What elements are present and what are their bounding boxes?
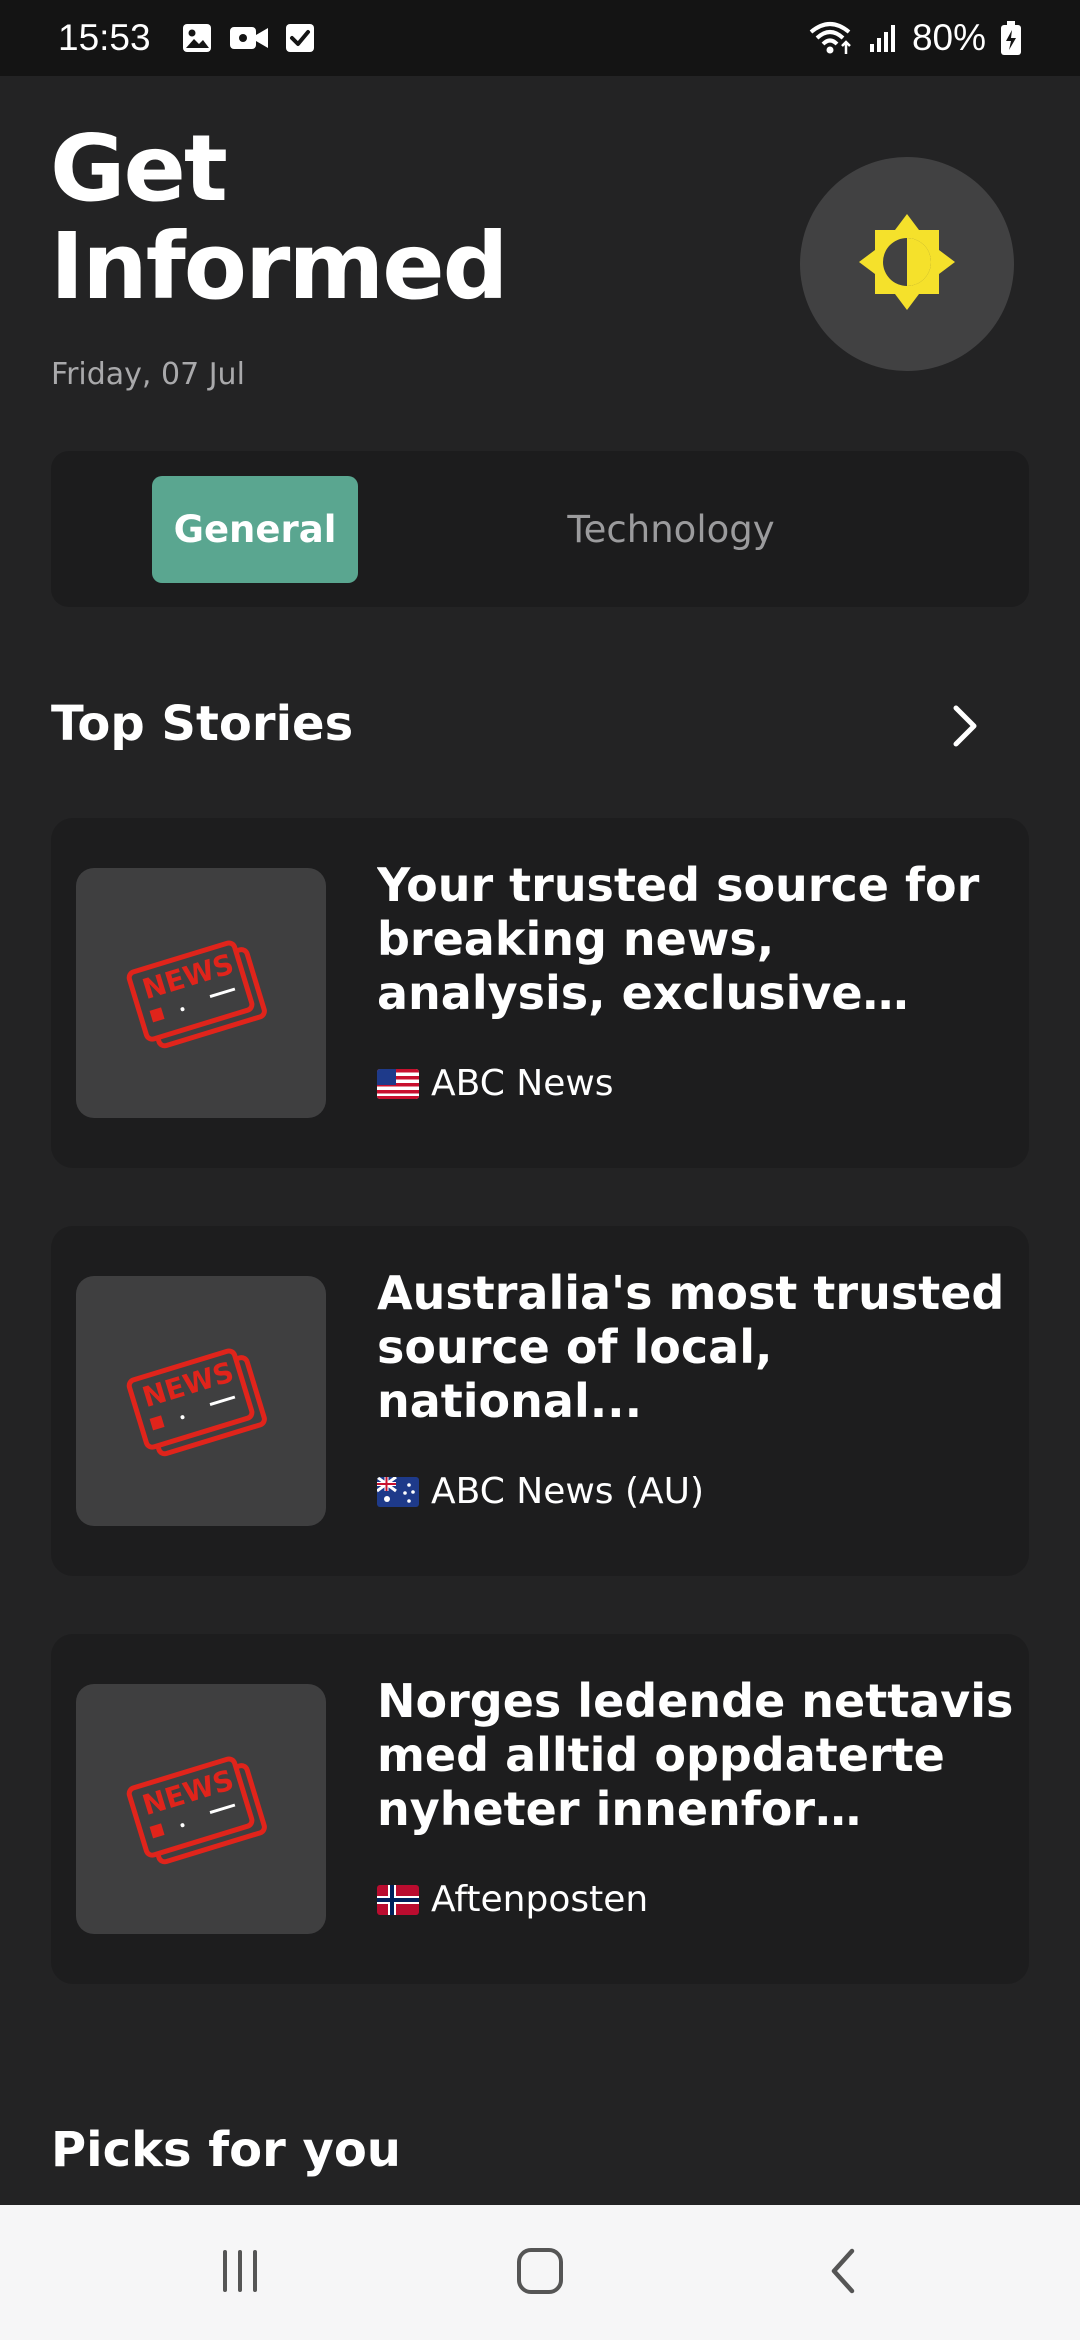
wifi-icon: [808, 20, 854, 56]
theme-toggle-button[interactable]: [800, 157, 1014, 371]
au-flag-icon: [377, 1476, 419, 1507]
brightness-icon: [855, 210, 959, 318]
battery-icon: [1000, 20, 1022, 56]
story-headline: Australia's most trusted source of local…: [377, 1266, 1005, 1428]
story-source: Aftenposten: [377, 1879, 648, 1920]
status-time: 15:53: [58, 17, 151, 58]
signal-icon: [868, 22, 898, 54]
top-stories-more-button[interactable]: [935, 694, 995, 762]
recents-button[interactable]: [180, 2225, 300, 2320]
news-placeholder-icon: NEWS: [116, 1737, 286, 1881]
story-card[interactable]: NEWS Australia's most trusted source of …: [51, 1226, 1029, 1576]
tab-general[interactable]: General: [152, 476, 358, 583]
story-source-name: ABC News: [431, 1063, 614, 1104]
story-source-name: ABC News (AU): [431, 1471, 705, 1512]
status-right: 80%: [808, 17, 1022, 59]
back-button[interactable]: [784, 2225, 904, 2320]
video-icon: [229, 23, 269, 53]
top-stories-title: Top Stories: [51, 696, 354, 752]
story-card[interactable]: NEWS Norges ledende nettavis med alltid …: [51, 1634, 1029, 1984]
no-flag-icon: [377, 1884, 419, 1915]
us-flag-icon: [377, 1068, 419, 1099]
page-title: Get Informed: [50, 115, 508, 320]
picks-title: Picks for you: [51, 2122, 401, 2178]
status-bar: 15:53 80%: [0, 0, 1080, 76]
story-thumbnail: NEWS: [76, 868, 326, 1118]
story-source: ABC News (AU): [377, 1471, 704, 1512]
back-icon: [824, 2245, 864, 2301]
home-icon: [514, 2245, 566, 2301]
page-date: Friday, 07 Jul: [51, 357, 245, 392]
story-headline: Your trusted source for breaking news, a…: [377, 858, 980, 1020]
recents-icon: [215, 2246, 265, 2300]
app-screen: 15:53 80% Get Informed Friday, 07 Jul Ge…: [0, 0, 1080, 2340]
system-nav-bar: [0, 2205, 1080, 2340]
status-left: 15:53: [58, 17, 315, 59]
story-source-name: Aftenposten: [431, 1879, 649, 1920]
category-tabs: General Technology: [51, 451, 1029, 607]
home-button[interactable]: [480, 2225, 600, 2320]
image-icon: [181, 22, 213, 54]
tab-technology[interactable]: Technology: [481, 476, 861, 583]
story-thumbnail: NEWS: [76, 1684, 326, 1934]
news-placeholder-icon: NEWS: [116, 1329, 286, 1473]
battery-percent: 80%: [911, 17, 986, 58]
story-headline: Norges ledende nettavis med alltid oppda…: [377, 1674, 1014, 1836]
story-card[interactable]: NEWS Your trusted source for breaking ne…: [51, 818, 1029, 1168]
chevron-right-icon: [948, 702, 982, 754]
story-source: ABC News: [377, 1063, 614, 1104]
news-placeholder-icon: NEWS: [116, 921, 286, 1065]
checkbox-icon: [285, 22, 315, 54]
story-thumbnail: NEWS: [76, 1276, 326, 1526]
